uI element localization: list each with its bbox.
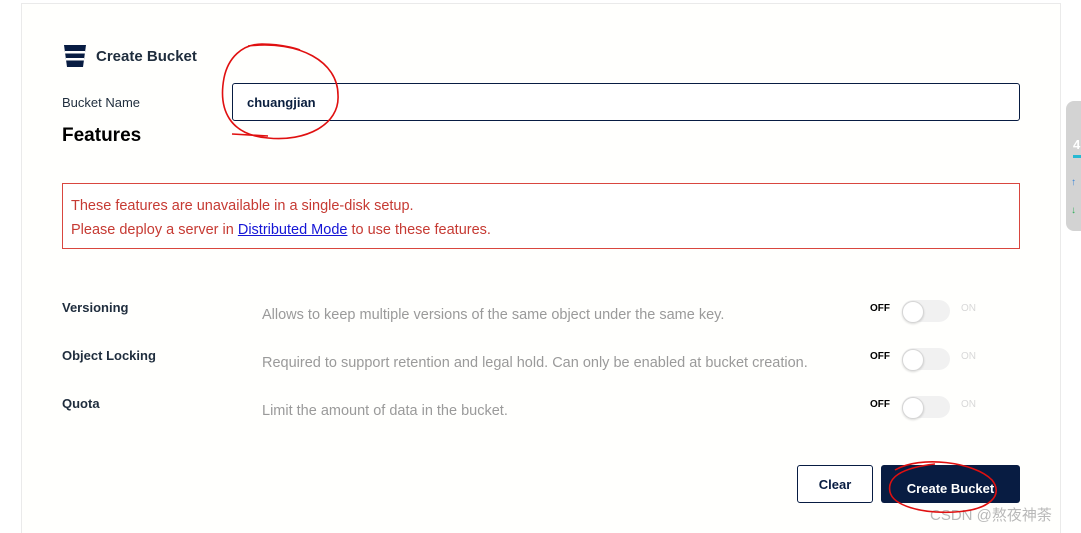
panel-header: Create Bucket xyxy=(62,43,197,69)
feature-description: Limit the amount of data in the bucket. xyxy=(262,403,508,419)
side-widget-bar xyxy=(1073,155,1081,158)
page-title: Create Bucket xyxy=(96,47,197,65)
bucket-name-input[interactable] xyxy=(232,83,1020,121)
toggle-off-label: OFF xyxy=(870,303,890,314)
toggle-on-label: ON xyxy=(961,399,976,410)
alert-line-2: Please deploy a server in Distributed Mo… xyxy=(71,222,491,238)
toggle-off-label: OFF xyxy=(870,399,890,410)
toggle-knob xyxy=(902,349,924,371)
feature-name: Versioning xyxy=(62,300,129,315)
toggle-on-label: ON xyxy=(961,303,976,314)
arrow-down-icon: ↓ xyxy=(1071,205,1076,216)
quota-toggle[interactable] xyxy=(902,396,950,419)
features-unavailable-alert: These features are unavailable in a sing… xyxy=(62,183,1020,249)
object-locking-toggle[interactable] xyxy=(902,348,950,371)
feature-row-object-locking: Object Locking Required to support reten… xyxy=(62,348,1022,378)
distributed-mode-link[interactable]: Distributed Mode xyxy=(238,222,348,238)
versioning-toggle[interactable] xyxy=(902,300,950,323)
toggle-knob xyxy=(902,301,924,323)
watermark: CSDN @熬夜神荼 xyxy=(930,507,1052,524)
bucket-name-label: Bucket Name xyxy=(62,95,141,110)
alert-line-1: These features are unavailable in a sing… xyxy=(71,198,414,214)
feature-row-versioning: Versioning Allows to keep multiple versi… xyxy=(62,300,1022,330)
toggle-on-label: ON xyxy=(961,351,976,362)
side-widget[interactable]: 4 ↑ ↓ xyxy=(1066,101,1081,231)
feature-description: Required to support retention and legal … xyxy=(262,355,808,371)
clear-button[interactable]: Clear xyxy=(797,465,873,503)
side-widget-count: 4 xyxy=(1073,137,1081,152)
create-bucket-button[interactable]: Create Bucket xyxy=(881,465,1020,503)
arrow-up-icon: ↑ xyxy=(1071,177,1076,188)
feature-description: Allows to keep multiple versions of the … xyxy=(262,307,725,323)
features-heading: Features xyxy=(62,125,142,146)
feature-name: Quota xyxy=(62,396,100,411)
toggle-off-label: OFF xyxy=(870,351,890,362)
toggle-knob xyxy=(902,397,924,419)
feature-name: Object Locking xyxy=(62,348,156,363)
feature-row-quota: Quota Limit the amount of data in the bu… xyxy=(62,396,1022,426)
bucket-icon xyxy=(64,45,86,67)
